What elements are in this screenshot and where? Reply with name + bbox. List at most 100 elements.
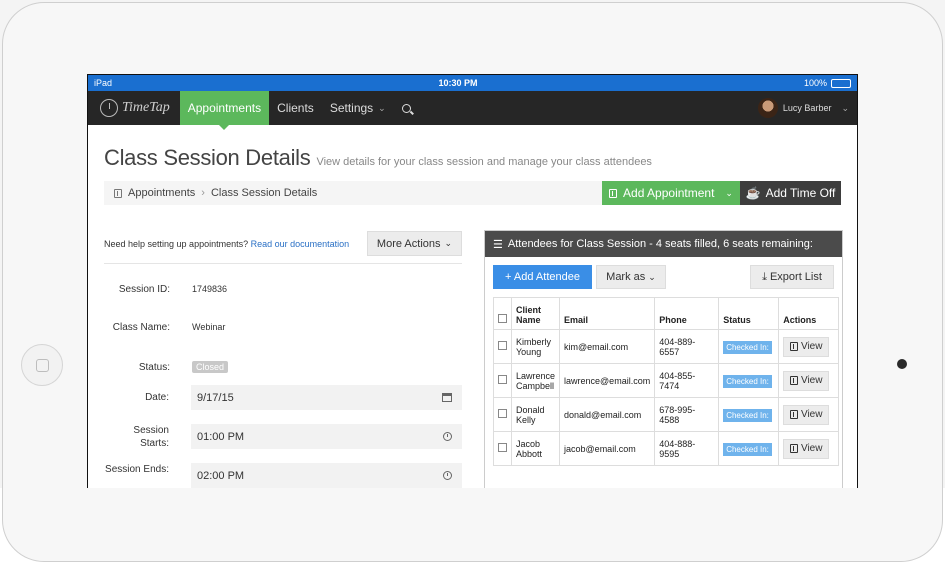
ipad-device: iPad 10:30 PM 100% TimeTap Appointments … <box>0 0 945 562</box>
client-name-cell[interactable]: Lawrence Campbell <box>510 363 561 398</box>
class-name-field: Class Name: Webinar <box>104 321 462 334</box>
export-list-label: Export List <box>769 271 822 283</box>
help-text-label: Need help setting up appointments? <box>104 238 249 249</box>
date-input[interactable]: 9/17/15 <box>190 385 462 410</box>
add-attendee-button[interactable]: + Add Attendee <box>493 265 592 289</box>
add-attendee-label: + Add Attendee <box>505 271 580 283</box>
actions-cell: View <box>778 329 839 364</box>
view-button[interactable]: View <box>783 404 830 425</box>
status-badge: Closed <box>192 361 229 373</box>
view-button[interactable]: View <box>783 438 830 459</box>
session-details-panel: Need help setting up appointments? Read … <box>104 231 462 488</box>
session-ends-input[interactable]: 02:00 PM <box>190 463 462 488</box>
view-button[interactable]: View <box>783 336 830 357</box>
status-label: Status: <box>138 362 170 373</box>
session-starts-field: Session Starts: 01:00 PM <box>104 424 462 450</box>
view-label: View <box>800 375 823 386</box>
date-label: Date: <box>145 392 169 403</box>
add-appointment-button[interactable]: Add Appointment ⌄ <box>602 181 740 205</box>
col-client-name[interactable]: Client Name <box>510 297 561 330</box>
page-title: Class Session Details <box>104 145 311 170</box>
actions-cell: View <box>778 363 839 398</box>
attendees-header: ☰ Attendees for Class Session - 4 seats … <box>485 231 842 257</box>
page-subtitle: View details for your class session and … <box>316 156 652 168</box>
session-id-label: Session ID: <box>118 284 170 295</box>
status-cell: Checked In: <box>718 329 780 364</box>
row-select-cell <box>493 397 512 432</box>
nav-search[interactable] <box>394 91 419 125</box>
class-name-value: Webinar <box>192 322 226 332</box>
row-checkbox[interactable] <box>498 375 507 384</box>
add-time-off-button[interactable]: ☕ Add Time Off <box>740 181 841 205</box>
view-label: View <box>800 443 823 454</box>
phone-cell: 404-888-9595 <box>654 431 720 466</box>
row-checkbox[interactable] <box>498 409 507 418</box>
coffee-icon: ☕ <box>745 186 761 200</box>
checked-in-badge[interactable]: Checked In: <box>723 442 772 456</box>
status-cell: Checked In: <box>718 397 780 432</box>
help-text: Need help setting up appointments? Read … <box>104 239 349 249</box>
timetap-logo[interactable]: TimeTap <box>88 99 180 117</box>
battery-icon <box>830 78 851 88</box>
home-button[interactable] <box>21 344 63 386</box>
add-appointment-label: Add Appointment <box>623 186 715 200</box>
mark-as-button[interactable]: Mark as ⌄ <box>596 265 666 289</box>
select-all-checkbox[interactable] <box>498 314 507 323</box>
date-value: 9/17/15 <box>196 391 234 404</box>
camera-icon <box>897 359 907 369</box>
nav-appointments[interactable]: Appointments <box>179 91 270 130</box>
attendees-toolbar: + Add Attendee Mark as ⌄ ⤓ Export List <box>485 257 842 297</box>
nav-clients[interactable]: Clients <box>269 91 322 125</box>
col-email[interactable]: Email <box>559 297 656 330</box>
row-checkbox[interactable] <box>498 341 507 350</box>
col-phone[interactable]: Phone <box>654 297 720 330</box>
export-list-button[interactable]: ⤓ Export List <box>750 265 834 289</box>
calendar-icon[interactable] <box>442 393 452 402</box>
checked-in-badge[interactable]: Checked In: <box>723 340 772 354</box>
row-select-cell <box>493 431 512 466</box>
date-field: Date: 9/17/15 <box>104 385 462 410</box>
user-name: Lucy Barber <box>782 103 832 113</box>
ios-status-bar: iPad 10:30 PM 100% <box>88 75 857 91</box>
email-cell: jacob@email.com <box>559 431 656 466</box>
view-label: View <box>800 409 823 420</box>
col-actions: Actions <box>778 297 839 330</box>
email-cell: kim@email.com <box>559 329 656 364</box>
chevron-down-icon: ⌄ <box>648 271 656 282</box>
book-icon <box>789 410 798 419</box>
checked-in-badge[interactable]: Checked In: <box>723 374 772 388</box>
row-select-cell <box>493 329 512 364</box>
documentation-link[interactable]: Read our documentation <box>251 239 350 249</box>
actions-cell: View <box>778 397 839 432</box>
avatar <box>757 98 778 118</box>
nav-settings[interactable]: Settings ⌄ <box>322 91 394 125</box>
battery-percent: 100% <box>803 78 827 88</box>
session-id-field: Session ID: 1749836 <box>104 283 462 296</box>
client-name-cell[interactable]: Jacob Abbott <box>510 431 561 466</box>
more-actions-label: More Actions <box>376 237 441 250</box>
chevron-down-icon: ⌄ <box>444 238 453 248</box>
col-status[interactable]: Status <box>718 297 780 330</box>
book-icon <box>114 188 122 198</box>
chevron-down-icon: ⌄ <box>725 187 733 198</box>
clock-icon[interactable] <box>443 432 452 441</box>
phone-cell: 404-889-6557 <box>654 329 720 364</box>
session-starts-value: 01:00 PM <box>196 430 245 443</box>
row-checkbox[interactable] <box>498 443 507 452</box>
home-square-icon <box>36 359 49 372</box>
nav-clients-label: Clients <box>277 101 314 115</box>
view-label: View <box>800 341 823 352</box>
client-name-cell[interactable]: Kimberly Young <box>510 329 561 364</box>
client-name-cell[interactable]: Donald Kelly <box>510 397 561 432</box>
session-starts-input[interactable]: 01:00 PM <box>190 424 462 449</box>
view-button[interactable]: View <box>783 370 830 391</box>
checked-in-badge[interactable]: Checked In: <box>723 408 772 422</box>
user-menu[interactable]: Lucy Barber ⌄ <box>757 91 849 125</box>
breadcrumb-root[interactable]: Appointments <box>128 187 195 199</box>
clock-icon[interactable] <box>443 471 452 480</box>
title-row: Class Session Details View details for y… <box>104 145 841 171</box>
table-row: Lawrence Campbell lawrence@email.com 404… <box>493 363 839 398</box>
breadcrumb-current: Class Session Details <box>210 187 318 199</box>
more-actions-button[interactable]: More Actions ⌄ <box>367 231 462 256</box>
top-navbar: TimeTap Appointments Clients Settings ⌄ L… <box>88 91 857 130</box>
